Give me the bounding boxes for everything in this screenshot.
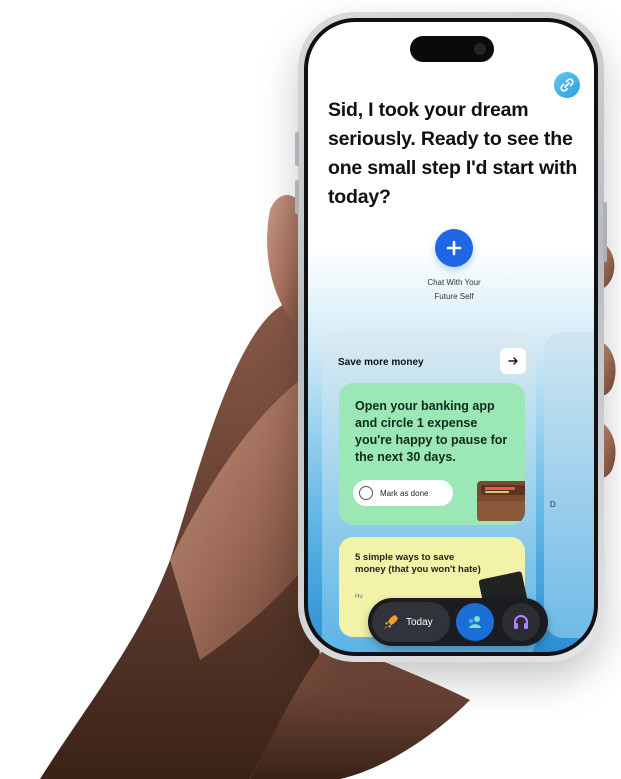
arrow-right-icon bbox=[508, 357, 518, 365]
mark-as-done-label: Mark as done bbox=[380, 488, 429, 498]
headphones-icon bbox=[514, 615, 528, 629]
chat-button-label[interactable]: Chat With Your Future Self bbox=[404, 276, 504, 304]
goal-card-title: Save more money bbox=[338, 357, 424, 368]
goal-open-button[interactable] bbox=[500, 348, 526, 374]
plus-icon bbox=[446, 240, 462, 256]
camera-dot bbox=[474, 43, 486, 55]
chat-label-line1: Chat With Your bbox=[427, 278, 481, 287]
nav-today-label: Today bbox=[406, 616, 433, 628]
power-button bbox=[603, 202, 607, 262]
next-goal-peek-text: D bbox=[550, 500, 556, 509]
app-screen: Sid, I took your dream seriously. Ready … bbox=[308, 22, 594, 652]
link-button[interactable] bbox=[554, 72, 580, 98]
wallet-image bbox=[477, 481, 525, 521]
rocket-icon bbox=[384, 615, 398, 629]
chat-label-line2: Future Self bbox=[434, 292, 474, 301]
nav-today-tab[interactable]: Today bbox=[372, 602, 450, 642]
mark-as-done-button[interactable]: Mark as done bbox=[353, 480, 453, 506]
phone-frame: Sid, I took your dream seriously. Ready … bbox=[295, 12, 607, 662]
tip-source: Hu bbox=[355, 594, 363, 600]
volume-button bbox=[295, 132, 299, 166]
profile-icon bbox=[469, 616, 481, 628]
link-icon bbox=[560, 78, 574, 92]
nav-audio-tab[interactable] bbox=[502, 603, 540, 641]
chat-future-self-button[interactable] bbox=[435, 229, 473, 267]
bottom-nav: Today bbox=[368, 598, 548, 646]
tip-title: 5 simple ways to save money (that you wo… bbox=[355, 552, 481, 575]
page-headline: Sid, I took your dream seriously. Ready … bbox=[328, 99, 578, 208]
nav-profile-tab[interactable] bbox=[456, 603, 494, 641]
phone-bezel: Sid, I took your dream seriously. Ready … bbox=[304, 18, 598, 656]
task-card[interactable]: Open your banking app and circle 1 expen… bbox=[339, 383, 525, 525]
dynamic-island bbox=[410, 36, 494, 62]
task-text: Open your banking app and circle 1 expen… bbox=[355, 399, 508, 464]
volume-button bbox=[295, 180, 299, 214]
checkbox-circle-icon bbox=[359, 486, 373, 500]
next-goal-card[interactable] bbox=[544, 332, 594, 638]
